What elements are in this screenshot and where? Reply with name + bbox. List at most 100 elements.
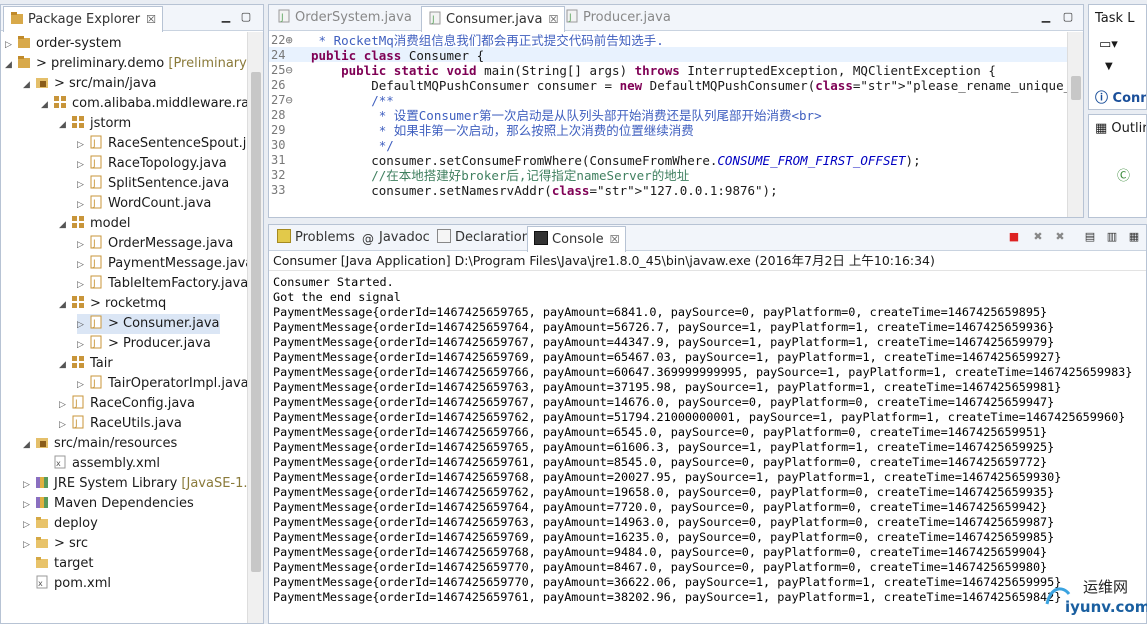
tree-item[interactable]: ◢ Tair — [59, 354, 113, 374]
expand-arrow-icon[interactable]: ◢ — [23, 435, 35, 455]
tree-item[interactable]: ▷ J PaymentMessage.java — [77, 254, 253, 274]
expand-arrow-icon[interactable]: ▷ — [77, 235, 89, 255]
expand-arrow-icon[interactable]: ◢ — [59, 215, 71, 235]
minimize-icon[interactable]: ▁ — [1039, 10, 1053, 24]
tree-item[interactable]: x pom.xml — [23, 574, 111, 594]
close-icon[interactable]: ☒ — [610, 233, 620, 246]
close-icon[interactable]: ☒ — [548, 13, 558, 26]
expand-arrow-icon[interactable]: ▷ — [77, 195, 89, 215]
code-line[interactable]: 29 * 如果非第一次启动，那么按照上次消费的位置继续消费 — [269, 123, 1067, 138]
tree-item[interactable]: ▷ deploy — [23, 514, 98, 534]
code-line[interactable]: 30 */ — [269, 138, 1067, 153]
expand-arrow-icon[interactable]: ▷ — [23, 475, 35, 495]
expand-arrow-icon[interactable]: ◢ — [5, 55, 17, 75]
tree-item[interactable]: ▷ J RaceConfig.java — [59, 394, 195, 414]
expand-arrow-icon[interactable]: ▷ — [59, 395, 71, 415]
expand-arrow-icon[interactable]: ▷ — [59, 415, 71, 435]
expand-arrow-icon[interactable]: ▷ — [77, 135, 89, 155]
minimize-icon[interactable]: ▁ — [219, 10, 233, 24]
tree-item[interactable]: ◢ model — [59, 214, 130, 234]
bottom-tabbar: Problems @ Javadoc Declaration Console ☒ ■… — [269, 225, 1146, 252]
code-line[interactable]: 27⊖ /** — [269, 93, 1067, 108]
code-line[interactable]: 33 consumer.setNamesrvAddr(class="str">"… — [269, 183, 1067, 198]
task-list-title[interactable]: Task L — [1095, 11, 1134, 26]
expand-arrow-icon[interactable]: ◢ — [23, 75, 35, 95]
expand-arrow-icon[interactable]: ▷ — [77, 155, 89, 175]
tree-item[interactable]: x assembly.xml — [41, 454, 160, 474]
expand-arrow-icon[interactable]: ▷ — [23, 535, 35, 555]
code-line[interactable]: 32 //在本地搭建好broker后,记得指定nameServer的地址 — [269, 168, 1067, 183]
scrollbar-thumb[interactable] — [251, 72, 261, 572]
tab-ordersystem[interactable]: J OrderSystem.java — [271, 5, 418, 31]
tree-item[interactable]: ▷ J RaceUtils.java — [59, 414, 182, 434]
tree-item[interactable]: ▷ J WordCount.java — [77, 194, 211, 214]
code-line[interactable]: 28 * 设置Consumer第一次启动是从队列头部开始消费还是队列尾部开始消费… — [269, 108, 1067, 123]
expand-arrow-icon[interactable]: ◢ — [41, 95, 53, 115]
expand-arrow-icon[interactable]: ◢ — [59, 295, 71, 315]
clear-console-icon[interactable]: ▤ — [1083, 230, 1097, 244]
maximize-icon[interactable]: ▢ — [1061, 10, 1075, 24]
expand-arrow-icon[interactable]: ▷ — [77, 255, 89, 275]
expand-arrow-icon[interactable]: ▷ — [23, 515, 35, 535]
tree-item[interactable]: ◢ src/main/resources — [23, 434, 177, 454]
project-tree: ▷ order-system ◢ > preliminary.demo [Prelim… — [1, 32, 263, 623]
tab-package-explorer[interactable]: Package Explorer ☒ — [3, 6, 164, 32]
tab-console[interactable]: Console ☒ — [527, 226, 627, 252]
expand-arrow-icon[interactable]: ▷ — [77, 335, 89, 355]
code-editor[interactable]: 22⊕ * RocketMq消费组信息我们都会再正式提交代码前告知选手. 24 pu… — [269, 32, 1083, 217]
code-line[interactable]: 22⊕ * RocketMq消费组信息我们都会再正式提交代码前告知选手. — [269, 33, 1067, 48]
editor-scrollbar[interactable] — [1067, 32, 1083, 217]
tab-declaration[interactable]: Declaration — [431, 225, 536, 251]
tree-item[interactable]: ▷ J RaceSentenceSpout.jav — [77, 134, 262, 154]
maximize-icon[interactable]: ▢ — [239, 10, 253, 24]
tree-item[interactable]: ◢ > preliminary.demo [PreliminaryDer — [5, 54, 263, 75]
pin-console-icon[interactable]: ▦ — [1127, 230, 1141, 244]
console-output[interactable]: Consumer Started. Got the end signal Payme… — [273, 272, 1146, 623]
tree-item[interactable]: ▷ Maven Dependencies — [23, 494, 194, 514]
tab-producer[interactable]: J Producer.java — [559, 5, 677, 31]
tab-javadoc[interactable]: @ Javadoc — [355, 225, 436, 251]
new-task-icon[interactable]: ▭▾ — [1099, 37, 1118, 52]
tree-item[interactable]: ▷ J OrderMessage.java — [77, 234, 233, 254]
tab-problems[interactable]: Problems — [271, 225, 361, 251]
scroll-lock-icon[interactable]: ▥ — [1105, 230, 1119, 244]
tree-item[interactable]: ▷ > src — [23, 534, 88, 554]
tree-item[interactable]: ▷ J > Consumer.java — [77, 314, 220, 334]
tree-item-label: RaceTopology.java — [108, 156, 227, 171]
dropdown-icon[interactable]: ▼ — [1105, 61, 1113, 72]
project-icon — [18, 36, 30, 48]
tree-item[interactable]: ▷ J > Producer.java — [77, 334, 211, 354]
tree-item[interactable]: ◢ > rocketmq — [59, 294, 166, 314]
outline-title[interactable]: ▦ Outlir — [1095, 121, 1146, 136]
tree-item[interactable]: ▷ J TableItemFactory.java — [77, 274, 248, 294]
tree-item[interactable]: ▷ J SplitSentence.java — [77, 174, 229, 194]
expand-arrow-icon[interactable]: ◢ — [59, 115, 71, 135]
expand-arrow-icon[interactable]: ▷ — [77, 275, 89, 295]
expand-arrow-icon[interactable]: ▷ — [77, 375, 89, 395]
expand-arrow-icon[interactable]: ▷ — [77, 315, 89, 335]
expand-arrow-icon[interactable]: ▷ — [5, 35, 17, 55]
tree-item[interactable]: ▷ J RaceTopology.java — [77, 154, 227, 174]
tree-item[interactable]: ◢ > src/main/java — [23, 74, 156, 94]
tree-scrollbar[interactable] — [247, 32, 263, 623]
expand-arrow-icon[interactable]: ◢ — [59, 355, 71, 375]
expand-arrow-icon[interactable]: ▷ — [77, 175, 89, 195]
tree-item[interactable]: ◢ jstorm — [59, 114, 131, 134]
close-icon[interactable]: ☒ — [146, 13, 156, 26]
tree-item[interactable]: ▷ JRE System Library [JavaSE-1.6] — [23, 474, 261, 494]
tree-item[interactable]: ▷ order-system — [5, 34, 122, 54]
remove-launch-icon[interactable]: ✖ — [1031, 230, 1045, 244]
remove-all-icon[interactable]: ✖ — [1053, 230, 1067, 244]
code-line[interactable]: 24 public class Consumer { — [269, 48, 1067, 63]
connect-mylyn-link[interactable]: ⓘ Conn — [1095, 87, 1146, 106]
terminate-icon[interactable]: ■ — [1007, 230, 1021, 244]
code-line[interactable]: 26 DefaultMQPushConsumer consumer = new … — [269, 78, 1083, 93]
tree-item[interactable]: target — [23, 554, 94, 574]
scrollbar-thumb[interactable] — [1071, 76, 1081, 100]
tab-consumer[interactable]: J Consumer.java ☒ — [421, 6, 566, 32]
tree-item[interactable]: ◢ com.alibaba.middleware.ra — [41, 94, 249, 114]
code-line[interactable]: 25⊖ public static void main(String[] arg… — [269, 63, 1067, 78]
expand-arrow-icon[interactable]: ▷ — [23, 495, 35, 515]
code-line[interactable]: 31 consumer.setConsumeFromWhere(ConsumeF… — [269, 153, 1067, 168]
tree-item[interactable]: ▷ J TairOperatorImpl.java — [77, 374, 249, 394]
